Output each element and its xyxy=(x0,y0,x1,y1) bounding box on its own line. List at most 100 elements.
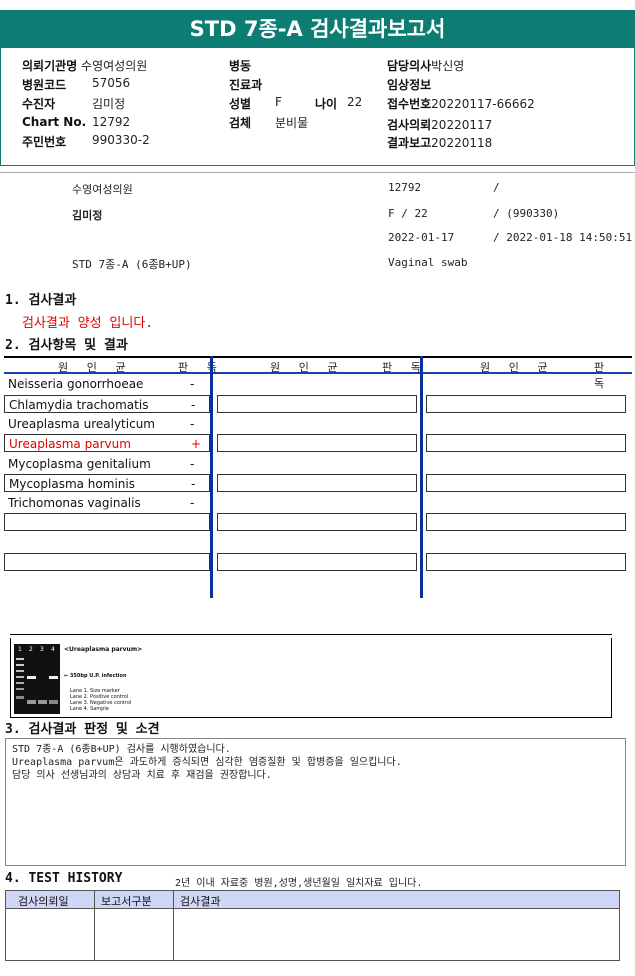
specimen-value: 분비물 xyxy=(275,116,309,130)
report-field: 결과보고20220118 xyxy=(387,134,492,151)
hospital-code-value: 57056 xyxy=(92,76,131,90)
history-table: 검사의뢰일 보고서구분 검사결과 xyxy=(5,890,620,961)
receipt-label: 접수번호 xyxy=(387,97,432,111)
column-divider xyxy=(173,891,174,960)
pathogen-result: - xyxy=(190,457,195,471)
report-label: 결과보고 xyxy=(387,136,432,150)
institution-label: 의뢰기관명 xyxy=(22,59,78,73)
col-judgment-1: 판 독 xyxy=(178,361,223,374)
pathogen-name: Trichomonas vaginalis xyxy=(8,496,141,510)
chart-label: Chart No. xyxy=(22,115,87,129)
result-summary: 검사결과 양성 입니다. xyxy=(22,316,154,331)
chart-field: Chart No. 12792 xyxy=(22,115,130,129)
opinion-line: Ureaplasma parvum은 과도하게 증식되면 심각한 염증질환 및 … xyxy=(12,757,402,768)
ward-field: 병동 xyxy=(229,57,251,74)
results-table-header: 원 인 균 판 독 원 인 균 판 독 원 인 균 판 독 xyxy=(4,356,632,390)
column-divider xyxy=(210,356,213,598)
age-label: 나이 xyxy=(315,97,338,111)
column-divider xyxy=(94,891,95,960)
pathogen-name: Neisseria gonorrhoeae xyxy=(8,377,144,391)
gel-arrow-label: ← 350bp U.P. infection xyxy=(64,673,127,679)
summary-patient: 김미정 xyxy=(72,209,103,222)
patient-label: 수진자 xyxy=(22,97,56,111)
table-row: Ureaplasma urealyticum - xyxy=(4,415,210,433)
pathogen-name: Ureaplasma urealyticum xyxy=(8,417,155,431)
report-value: 20220118 xyxy=(431,136,493,150)
report-title: STD 7종-A 검사결과보고서 xyxy=(0,10,635,48)
request-field: 검사의뢰20220117 xyxy=(387,116,492,133)
specimen-field: 검체 분비물 xyxy=(229,114,308,131)
hospital-code-label: 병원코드 xyxy=(22,78,67,92)
empty-row xyxy=(426,553,626,571)
pathogen-result: - xyxy=(190,417,195,431)
opinion-line: STD 7종-A (6종B+UP) 검사를 시행하였습니다. xyxy=(12,744,231,755)
section1-title: 1. 검사결과 xyxy=(5,293,77,308)
gel-title: <Ureaplasma parvum> xyxy=(64,646,143,653)
empty-row xyxy=(217,474,417,492)
summary-chart: 12792 xyxy=(388,181,422,194)
empty-row xyxy=(217,434,417,452)
divider xyxy=(0,172,635,173)
empty-row xyxy=(217,553,417,571)
section2-title: 2. 검사항목 및 결과 xyxy=(5,338,128,353)
sex-field: 성별 F xyxy=(229,95,282,112)
table-row: Trichomonas vaginalis - xyxy=(4,494,210,512)
table-row: Mycoplasma genitalium - xyxy=(4,455,210,473)
institution-value: 수영여성의원 xyxy=(81,59,148,73)
opinion-line: 담당 의사 선생님과의 상담과 치료 후 재검을 권장합니다. xyxy=(12,770,272,781)
patient-field: 수진자 김미정 xyxy=(22,95,125,112)
empty-row xyxy=(217,513,417,531)
pathogen-result-positive: + xyxy=(191,437,202,451)
table-row: Neisseria gonorrhoeae - xyxy=(4,375,210,393)
summary-specimen: Vaginal swab xyxy=(388,256,468,269)
summary-test-name: STD 7종-A (6종B+UP) xyxy=(72,258,192,271)
summary-sex-age: F / 22 xyxy=(388,207,428,220)
gel-bands xyxy=(16,658,58,704)
patient-value: 김미정 xyxy=(92,97,126,111)
clinical-label: 임상정보 xyxy=(387,78,432,92)
doctor-value: 박신영 xyxy=(431,59,465,73)
col-judgment-3: 판 독 xyxy=(594,361,611,390)
age-field: 나이 22 xyxy=(315,95,362,112)
col-pathogen-3: 원 인 균 xyxy=(480,361,554,374)
request-value: 20220117 xyxy=(431,118,493,132)
empty-row xyxy=(426,513,626,531)
pathogen-result: - xyxy=(191,398,196,412)
institution-field: 의뢰기관명 수영여성의원 xyxy=(22,57,147,74)
id-label: 주민번호 xyxy=(22,135,67,149)
history-col-request-date: 검사의뢰일 xyxy=(18,895,69,908)
pathogen-result: - xyxy=(190,496,195,510)
empty-row xyxy=(426,434,626,452)
empty-row xyxy=(426,395,626,413)
empty-row xyxy=(4,553,210,571)
receipt-value: 20220117-66662 xyxy=(431,97,535,111)
table-row: Ureaplasma parvum + xyxy=(4,434,210,452)
pathogen-name: Mycoplasma genitalium xyxy=(8,457,151,471)
summary-report-datetime: / 2022-01-18 14:50:51 xyxy=(493,231,633,244)
empty-row xyxy=(426,474,626,492)
empty-row xyxy=(217,395,417,413)
pathogen-name: Mycoplasma hominis xyxy=(9,477,135,491)
sex-label: 성별 xyxy=(229,97,252,111)
doctor-label: 담당의사 xyxy=(387,59,432,73)
gel-legend-item: Lane 4. Sample xyxy=(70,706,109,712)
hospital-code-field: 병원코드 57056 xyxy=(22,76,130,93)
pathogen-result: - xyxy=(191,477,196,491)
column-divider xyxy=(420,356,423,598)
table-row: Chlamydia trachomatis - xyxy=(4,395,210,413)
section4-title: 4. TEST HISTORY xyxy=(5,871,123,886)
summary-request-date: 2022-01-17 xyxy=(388,231,455,244)
receipt-field: 접수번호20220117-66662 xyxy=(387,95,535,112)
col-pathogen-1: 원 인 균 xyxy=(58,361,132,374)
summary-slash: / xyxy=(493,181,500,194)
pathogen-name-positive: Ureaplasma parvum xyxy=(9,437,131,451)
pathogen-result: - xyxy=(190,377,195,391)
history-col-report-type: 보고서구분 xyxy=(101,895,152,908)
summary-birth: / (990330) xyxy=(493,207,560,220)
chart-value: 12792 xyxy=(92,115,131,129)
doctor-field: 담당의사박신영 xyxy=(387,57,464,74)
age-value: 22 xyxy=(347,95,363,109)
history-col-result: 검사결과 xyxy=(180,895,221,908)
history-table-header xyxy=(6,891,619,909)
section3-title: 3. 검사결과 판정 및 소견 xyxy=(5,722,160,737)
